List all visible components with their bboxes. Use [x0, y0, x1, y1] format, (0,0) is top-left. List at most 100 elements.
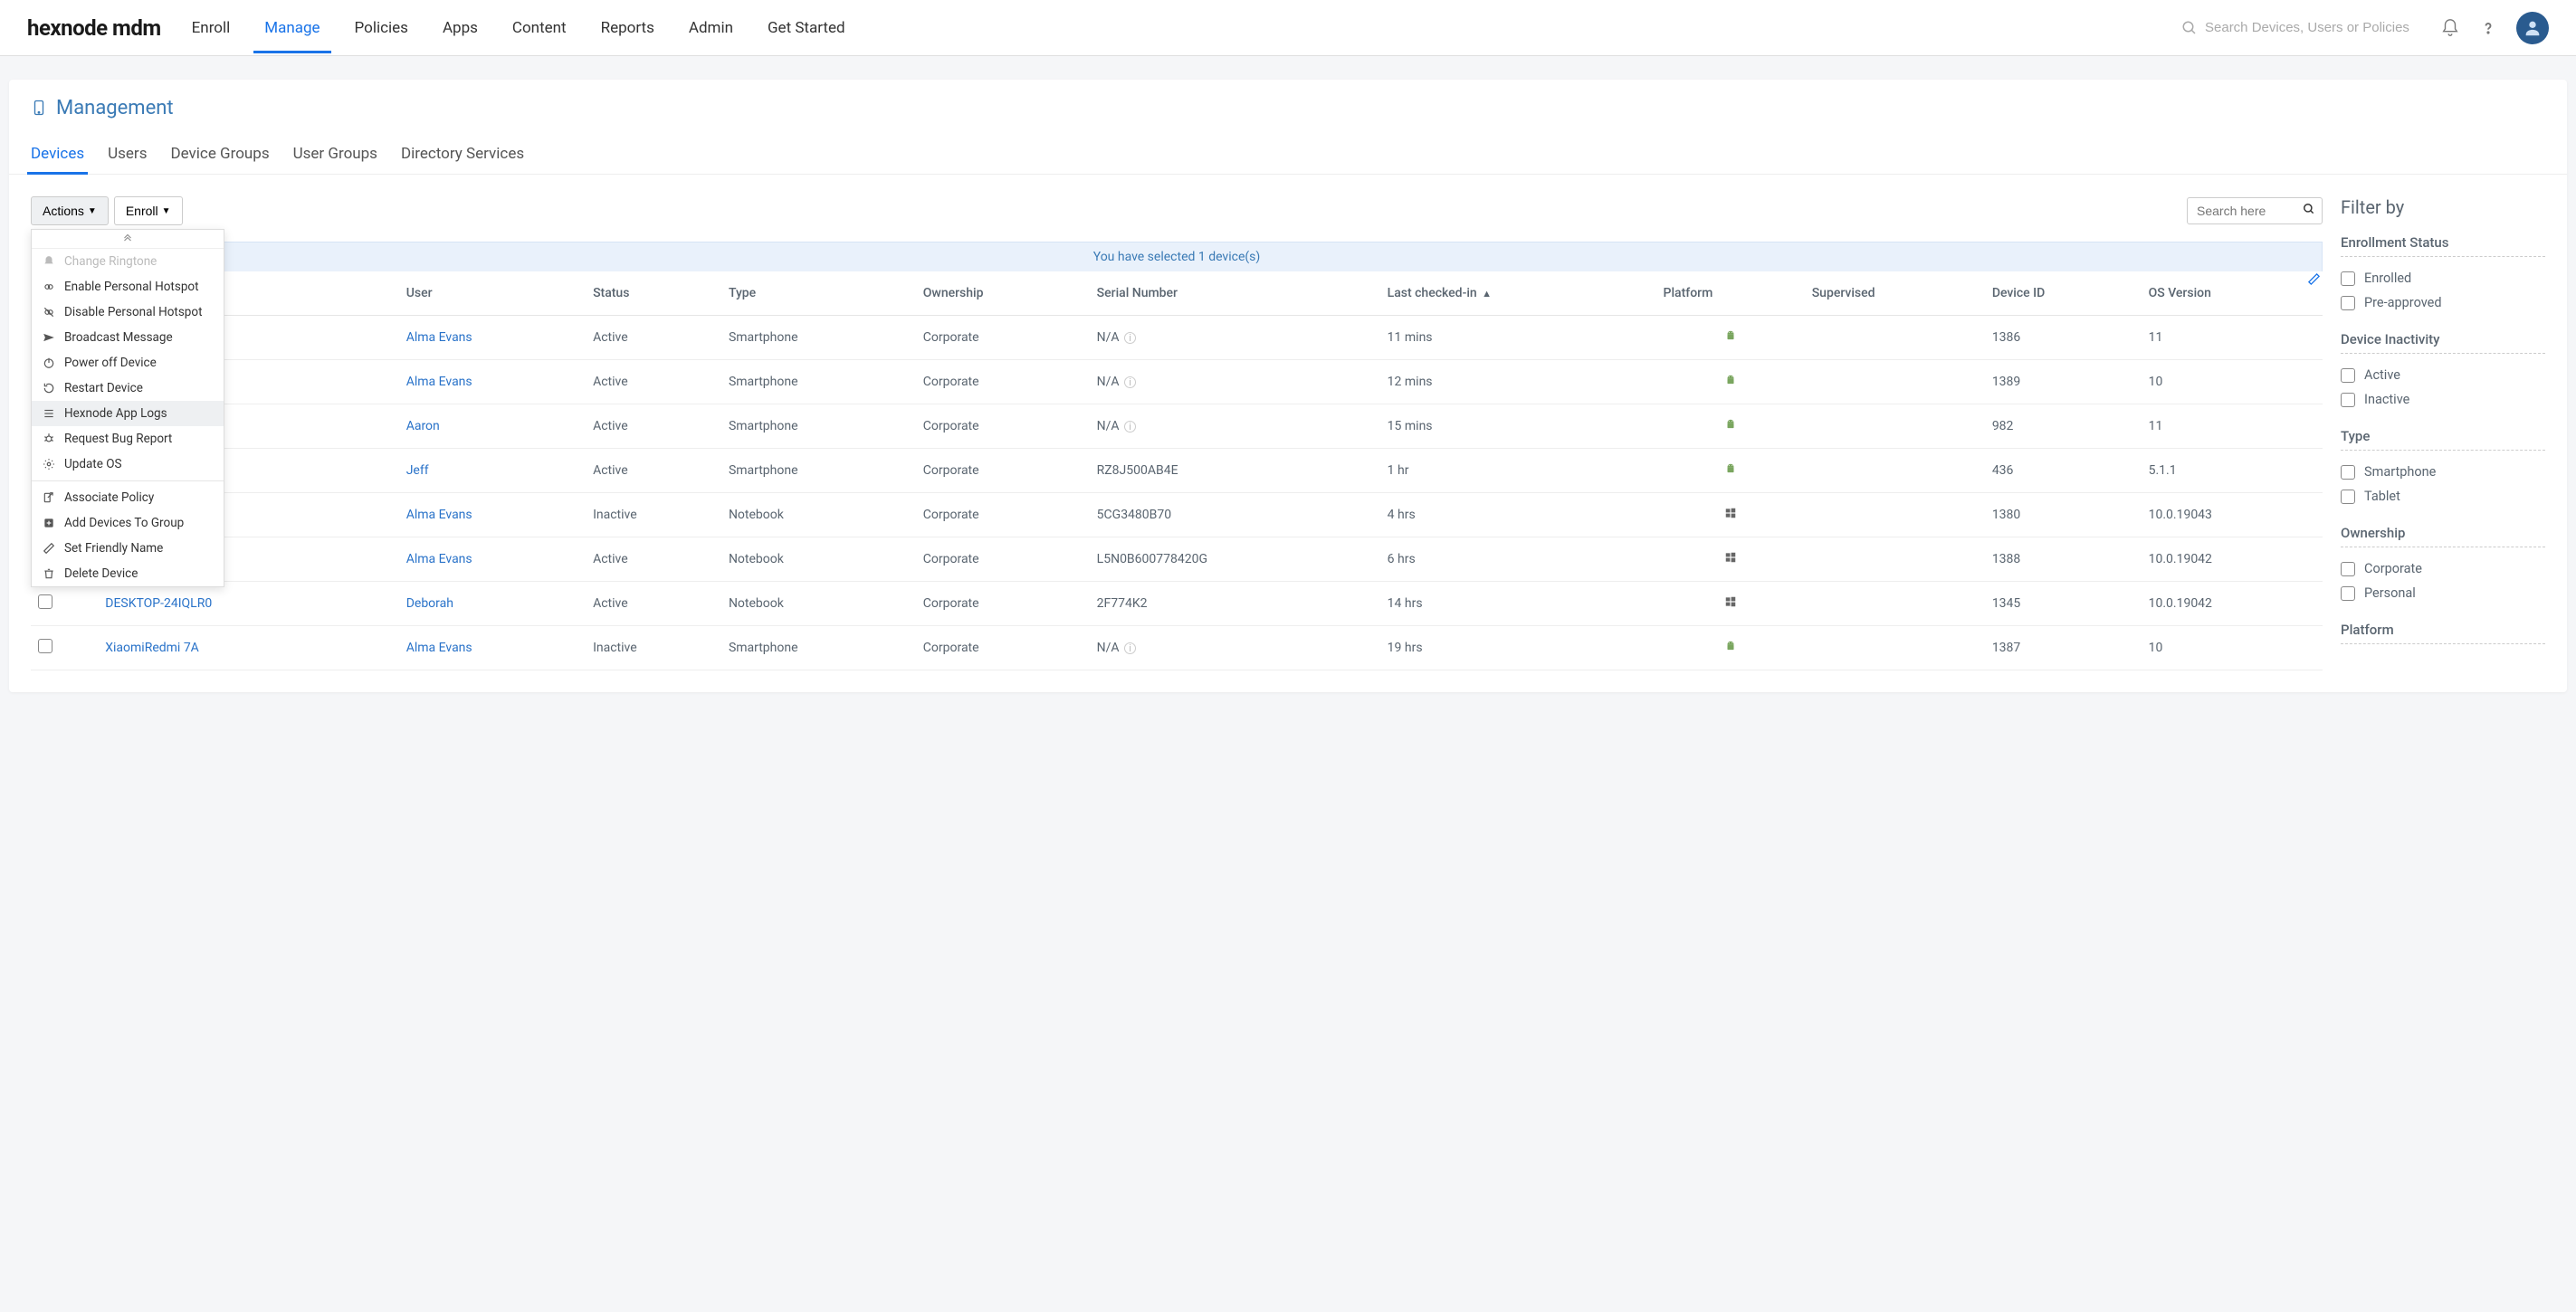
- filter-option-tablet[interactable]: Tablet: [2341, 484, 2545, 509]
- divider: [2341, 450, 2545, 451]
- platform-cell: [1656, 537, 1805, 582]
- status-cell: Active: [586, 449, 721, 493]
- info-icon[interactable]: i: [1124, 376, 1136, 388]
- filter-option-enrolled[interactable]: Enrolled: [2341, 266, 2545, 290]
- filter-option-label: Enrolled: [2364, 271, 2411, 286]
- deviceid-cell: 436: [1985, 449, 2142, 493]
- menu-set-friendly-name[interactable]: Set Friendly Name: [32, 536, 224, 561]
- info-icon[interactable]: i: [1124, 332, 1136, 344]
- global-search[interactable]: [2181, 20, 2422, 36]
- serial-cell: N/A i: [1090, 360, 1380, 404]
- nav-manage[interactable]: Manage: [261, 3, 323, 53]
- tab-directory-services[interactable]: Directory Services: [401, 134, 524, 174]
- serial-cell: RZ8J500AB4E: [1090, 449, 1380, 493]
- nav-enroll[interactable]: Enroll: [188, 3, 234, 53]
- col-supervised[interactable]: Supervised: [1805, 271, 1985, 316]
- platform-cell: [1656, 360, 1805, 404]
- col-user[interactable]: User: [399, 271, 586, 316]
- filter-option-corporate[interactable]: Corporate: [2341, 556, 2545, 581]
- filter-option-personal[interactable]: Personal: [2341, 581, 2545, 605]
- brand-logo: hexnode mdm: [27, 15, 161, 41]
- search-icon: [2181, 20, 2198, 36]
- row-checkbox[interactable]: [38, 594, 52, 609]
- tab-device-groups[interactable]: Device Groups: [170, 134, 269, 174]
- enroll-button[interactable]: Enroll▼: [114, 196, 183, 225]
- platform-cell: [1656, 316, 1805, 360]
- device-link[interactable]: DESKTOP-24IQLR0: [98, 582, 398, 626]
- tab-user-groups[interactable]: User Groups: [293, 134, 377, 174]
- col-ownership[interactable]: Ownership: [916, 271, 1090, 316]
- user-link[interactable]: Alma Evans: [399, 360, 586, 404]
- actions-dropdown: Change RingtoneEnable Personal HotspotDi…: [31, 229, 224, 587]
- tab-devices[interactable]: Devices: [31, 134, 84, 174]
- os-cell: 10: [2142, 360, 2323, 404]
- os-cell: 10.0.19042: [2142, 537, 2323, 582]
- menu-broadcast-message[interactable]: Broadcast Message: [32, 325, 224, 350]
- nav-content[interactable]: Content: [509, 3, 570, 53]
- nav-get-started[interactable]: Get Started: [764, 3, 849, 53]
- col-platform[interactable]: Platform: [1656, 271, 1805, 316]
- collapse-up-icon[interactable]: [32, 230, 224, 249]
- device-link[interactable]: XiaomiRedmi 7A: [98, 626, 398, 670]
- tab-users[interactable]: Users: [108, 134, 147, 174]
- col-os-version[interactable]: OS Version: [2142, 271, 2323, 316]
- row-checkbox[interactable]: [38, 639, 52, 653]
- filter-option-label: Corporate: [2364, 561, 2422, 576]
- user-link[interactable]: Alma Evans: [399, 493, 586, 537]
- delete-device-icon: [43, 567, 55, 580]
- os-cell: 10.0.19043: [2142, 493, 2323, 537]
- edit-columns-icon[interactable]: [2307, 272, 2321, 290]
- info-icon[interactable]: i: [1124, 421, 1136, 433]
- search-icon[interactable]: [2303, 203, 2315, 219]
- filter-group-title: Ownership: [2341, 525, 2545, 541]
- menu-add-devices-to-group[interactable]: Add Devices To Group: [32, 510, 224, 536]
- filter-option-active[interactable]: Active: [2341, 363, 2545, 387]
- notifications-icon[interactable]: [2440, 18, 2460, 38]
- supervised-cell: [1805, 493, 1985, 537]
- table-row: LAPTOP-M4U2LU8NAlma EvansActiveNotebookC…: [31, 537, 2323, 582]
- col-device-id[interactable]: Device ID: [1985, 271, 2142, 316]
- col-type[interactable]: Type: [721, 271, 916, 316]
- menu-hexnode-app-logs[interactable]: Hexnode App Logs: [32, 401, 224, 426]
- ownership-cell: Corporate: [916, 360, 1090, 404]
- user-link[interactable]: Jeff: [399, 449, 586, 493]
- type-cell: Smartphone: [721, 449, 916, 493]
- checked-cell: 4 hrs: [1380, 493, 1656, 537]
- nav-apps[interactable]: Apps: [439, 3, 482, 53]
- menu-disable-personal-hotspot[interactable]: Disable Personal Hotspot: [32, 299, 224, 325]
- col-serial-number[interactable]: Serial Number: [1090, 271, 1380, 316]
- user-link[interactable]: Alma Evans: [399, 537, 586, 582]
- menu-separator: [32, 480, 224, 481]
- filter-option-smartphone[interactable]: Smartphone: [2341, 460, 2545, 484]
- table-row: ... PlusAlma EvansActiveSmartphoneCorpor…: [31, 360, 2323, 404]
- actions-button[interactable]: Actions▼: [31, 196, 109, 225]
- menu-restart-device[interactable]: Restart Device: [32, 376, 224, 401]
- menu-update-os[interactable]: Update OS: [32, 452, 224, 477]
- filter-option-pre-approved[interactable]: Pre-approved: [2341, 290, 2545, 315]
- menu-power-off-device[interactable]: Power off Device: [32, 350, 224, 376]
- menu-label: Disable Personal Hotspot: [64, 305, 203, 319]
- menu-enable-personal-hotspot[interactable]: Enable Personal Hotspot: [32, 274, 224, 299]
- col-last-checked-in[interactable]: Last checked-in ▲: [1380, 271, 1656, 316]
- menu-delete-device[interactable]: Delete Device: [32, 561, 224, 586]
- nav-admin[interactable]: Admin: [685, 3, 737, 53]
- info-icon[interactable]: i: [1124, 642, 1136, 654]
- user-link[interactable]: Alma Evans: [399, 316, 586, 360]
- platform-cell: [1656, 404, 1805, 449]
- serial-cell: N/A i: [1090, 626, 1380, 670]
- help-icon[interactable]: [2478, 18, 2498, 38]
- avatar[interactable]: [2516, 12, 2549, 44]
- user-link[interactable]: Deborah: [399, 582, 586, 626]
- nav-reports[interactable]: Reports: [597, 3, 658, 53]
- restart-device-icon: [43, 382, 55, 395]
- filter-group-platform: Platform: [2341, 622, 2545, 644]
- menu-associate-policy[interactable]: Associate Policy: [32, 485, 224, 510]
- user-link[interactable]: Alma Evans: [399, 626, 586, 670]
- global-search-input[interactable]: [2205, 20, 2422, 35]
- filter-option-inactive[interactable]: Inactive: [2341, 387, 2545, 412]
- nav-policies[interactable]: Policies: [351, 3, 412, 53]
- col-status[interactable]: Status: [586, 271, 721, 316]
- checkbox-icon: [2341, 490, 2355, 504]
- user-link[interactable]: Aaron: [399, 404, 586, 449]
- menu-request-bug-report[interactable]: Request Bug Report: [32, 426, 224, 452]
